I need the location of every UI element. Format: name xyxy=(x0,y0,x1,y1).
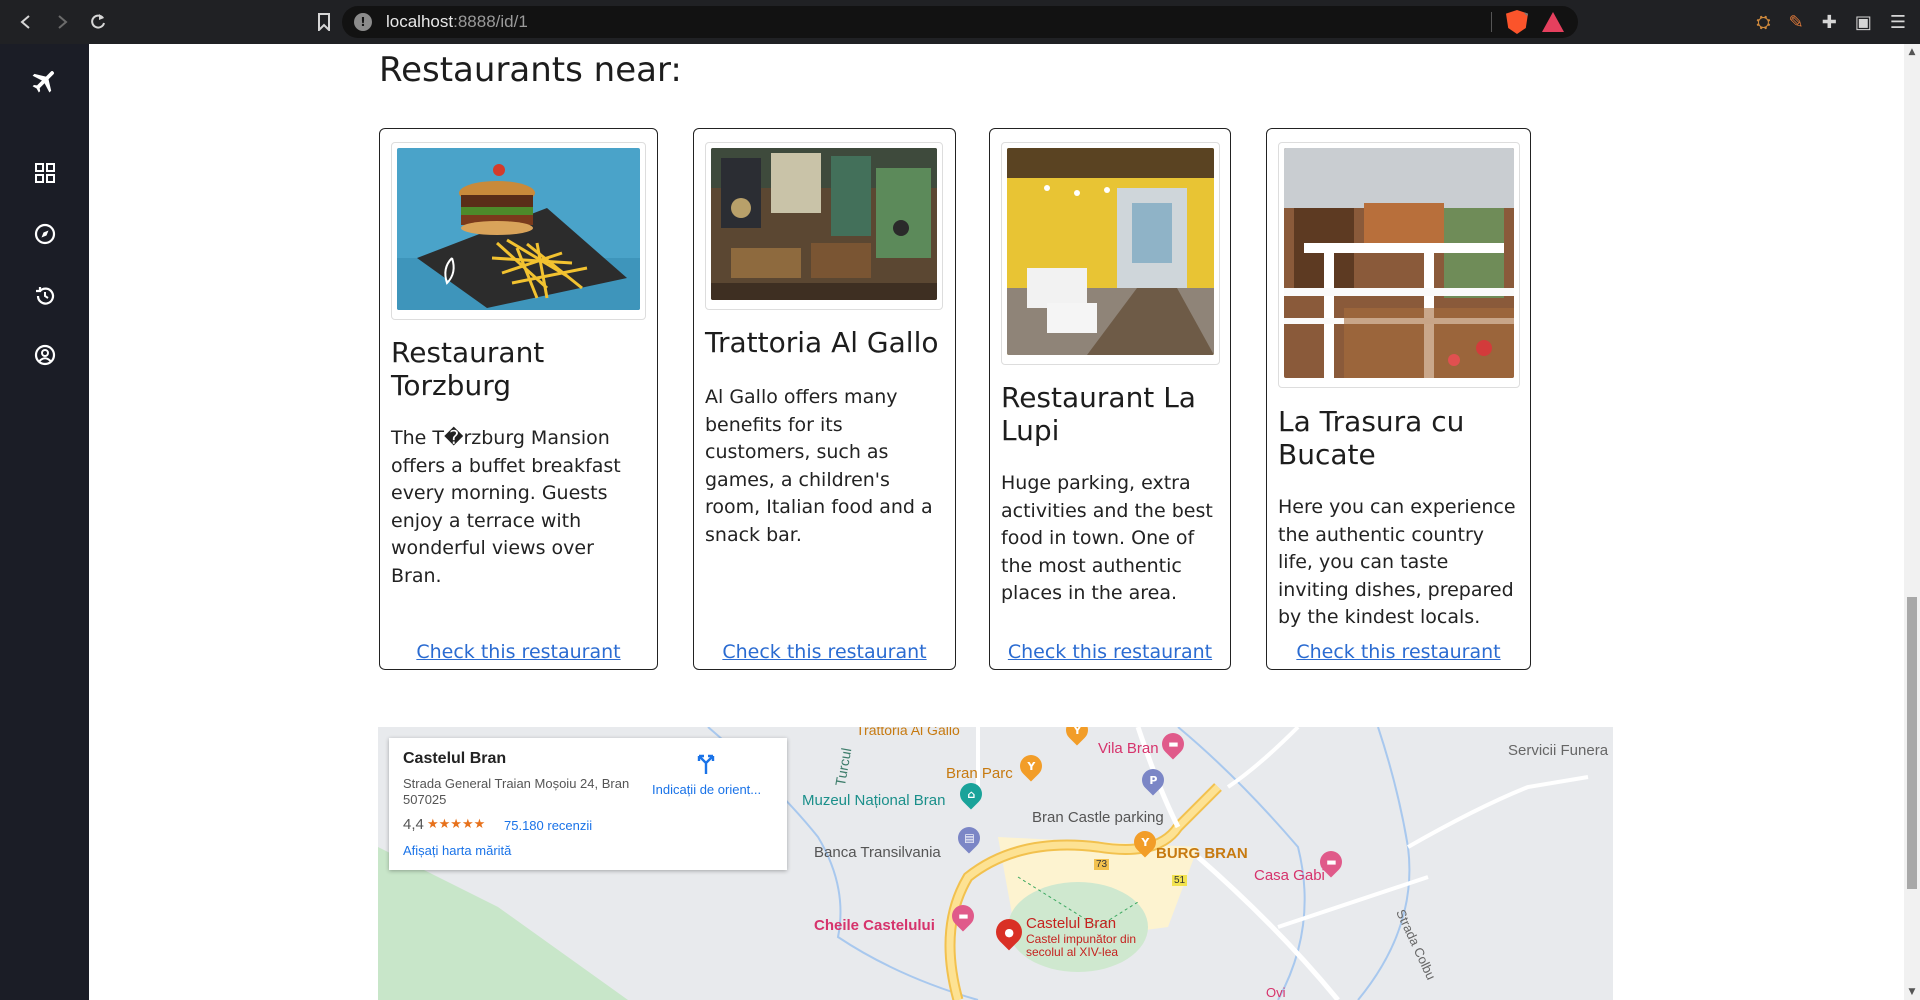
map-label-castel-desc: Castel impunător din secolul al XIV-lea xyxy=(1026,932,1137,959)
restaurant-card: Trattoria Al Gallo Al Gallo offers many … xyxy=(693,128,956,670)
restaurant-name: Restaurant La Lupi xyxy=(1001,381,1196,447)
url-host: localhost xyxy=(386,12,454,31)
puzzle-icon[interactable]: ✚ xyxy=(1822,12,1837,33)
scroll-down-arrow-icon[interactable]: ▼ xyxy=(1904,984,1920,1000)
restaurant-image-frame xyxy=(391,142,646,320)
plane-logo-icon[interactable] xyxy=(0,66,89,96)
check-restaurant-link[interactable]: Check this restaurant xyxy=(694,641,955,669)
map-label-bran-parc: Bran Parc xyxy=(946,765,1013,782)
la-lupi-photo xyxy=(1007,148,1214,355)
map-label-casa-gabi: Casa Gabi xyxy=(1254,867,1325,884)
map-label-trattoria: Trattoria Al Gallo xyxy=(856,727,960,738)
url-path: :8888/id/1 xyxy=(453,12,528,31)
trattoria-photo xyxy=(711,148,937,300)
back-icon[interactable] xyxy=(8,4,44,40)
restaurant-card: Restaurant Torzburg The T�rzburg Mansion… xyxy=(379,128,658,670)
sidebar xyxy=(0,44,89,1000)
history-icon[interactable] xyxy=(0,285,89,307)
map-label-ovi: Ovi xyxy=(1266,985,1286,1000)
restaurant-name: La Trasura cu Bucate xyxy=(1278,405,1465,471)
site-info-icon[interactable]: ! xyxy=(354,13,372,31)
brave-rewards-icon[interactable] xyxy=(1542,12,1564,32)
view-larger-map-link[interactable]: Afișați harta mărită xyxy=(403,843,511,858)
check-restaurant-link[interactable]: Check this restaurant xyxy=(1267,641,1530,669)
url-text: localhost:8888/id/1 xyxy=(386,12,528,32)
map-place-address: Strada General Traian Moșoiu 24, Bran 50… xyxy=(403,776,630,807)
restaurant-image-frame xyxy=(1278,142,1520,388)
directions-icon[interactable] xyxy=(694,752,718,776)
road-badge-73: 73 xyxy=(1094,859,1110,870)
restaurant-description: Here you can experience the authentic co… xyxy=(1278,496,1516,628)
brave-shield-icon[interactable]: 3 xyxy=(1506,10,1528,34)
restaurant-card: La Trasura cu Bucate Here you can experi… xyxy=(1266,128,1531,670)
map-rating-stars: ★★★★★ xyxy=(427,816,486,831)
map-label-vila-bran: Vila Bran xyxy=(1098,740,1159,757)
road-badge-51: 51 xyxy=(1172,875,1188,886)
shield-count-badge: 3 xyxy=(1524,10,1528,16)
map-rating-value: 4,4 xyxy=(403,816,424,833)
extension-icon[interactable]: ⛭ xyxy=(1756,12,1770,33)
account-circle-icon[interactable] xyxy=(0,344,89,366)
main-content: Restaurants near: Restaurant Torzburg Th… xyxy=(89,44,1904,1000)
directions-link[interactable]: Indicații de orient... xyxy=(652,782,761,797)
restaurant-description: The T�rzburg Mansion offers a buffet bre… xyxy=(391,427,621,587)
wallet-icon[interactable]: ▣ xyxy=(1855,12,1872,33)
map-place-name: Castelul Bran xyxy=(403,750,507,767)
check-restaurant-link[interactable]: Check this restaurant xyxy=(990,641,1230,669)
restaurant-image-frame xyxy=(1001,142,1220,365)
restaurant-description: Al Gallo offers many benefits for its cu… xyxy=(705,386,933,546)
burger-photo xyxy=(397,148,640,310)
reload-icon[interactable] xyxy=(80,4,116,40)
check-restaurant-link[interactable]: Check this restaurant xyxy=(380,641,657,669)
page-title: Restaurants near: xyxy=(379,50,682,90)
map-reviews-link[interactable]: 75.180 recenzii xyxy=(504,818,592,833)
la-trasura-photo xyxy=(1284,148,1514,378)
embedded-map[interactable]: Castelul Bran Strada General Traian Moșo… xyxy=(378,727,1613,1000)
scroll-up-arrow-icon[interactable]: ▲ xyxy=(1904,44,1920,60)
restaurant-name: Trattoria Al Gallo xyxy=(705,326,939,359)
scrollbar-thumb[interactable] xyxy=(1907,597,1917,889)
restaurant-card: Restaurant La Lupi Huge parking, extra a… xyxy=(989,128,1231,670)
address-bar[interactable]: ! localhost:8888/id/1 3 xyxy=(342,6,1578,38)
bookmark-icon[interactable] xyxy=(306,4,342,40)
map-label-burg-bran: BURG BRAN xyxy=(1156,845,1248,862)
divider xyxy=(1491,12,1492,32)
restaurant-name: Restaurant Torzburg xyxy=(391,336,545,402)
map-label-servicii: Servicii Funera xyxy=(1508,742,1609,759)
map-place-card: Castelul Bran Strada General Traian Moșo… xyxy=(389,738,787,870)
map-label-cheile: Cheile Castelului xyxy=(814,917,935,934)
map-label-castel-name: Castelul Bran xyxy=(1026,915,1117,932)
compass-icon[interactable] xyxy=(0,223,89,245)
map-label-parking: Bran Castle parking xyxy=(1032,809,1164,826)
browser-toolbar: ! localhost:8888/id/1 3 ⛭ ✎ ✚ ▣ ☰ xyxy=(0,0,1920,44)
dashboard-grid-icon[interactable] xyxy=(0,163,89,183)
forward-icon[interactable] xyxy=(44,4,80,40)
restaurant-image-frame xyxy=(705,142,943,310)
map-label-banca: Banca Transilvania xyxy=(814,844,941,861)
page-scrollbar[interactable]: ▲ ▼ xyxy=(1904,44,1920,1000)
pen-extension-icon[interactable]: ✎ xyxy=(1789,12,1804,33)
restaurant-description: Huge parking, extra activities and the b… xyxy=(1001,472,1213,604)
menu-icon[interactable]: ☰ xyxy=(1890,12,1906,33)
map-label-muzeul: Muzeul Național Bran xyxy=(802,792,946,809)
